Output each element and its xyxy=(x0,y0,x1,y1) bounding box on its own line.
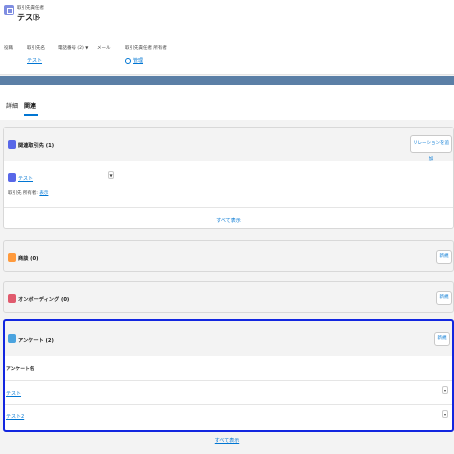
opportunities-title[interactable]: 商談 (0) xyxy=(18,255,39,262)
user-icon xyxy=(125,57,131,64)
related-account-field: 取引先 所有者: 表示 xyxy=(8,190,48,196)
field-label-email: メール xyxy=(97,46,111,51)
card-header xyxy=(4,128,453,161)
tab-details[interactable]: 詳細 xyxy=(6,101,18,110)
hierarchy-icon[interactable] xyxy=(33,14,39,20)
chevron-down-icon[interactable]: ▼ xyxy=(85,45,88,50)
card-footer-divider xyxy=(4,207,453,208)
field-label-account: 取引先名 xyxy=(27,46,45,51)
tab-bar xyxy=(0,85,454,120)
field-label-phone: 電話番号 (2) ▼ xyxy=(58,45,89,51)
new-opportunity-button[interactable]: 新規 xyxy=(436,250,452,264)
onboarding-card: オンボーディング (0) 新規 xyxy=(3,281,454,313)
banner-strip xyxy=(0,76,454,85)
related-account-link[interactable]: テスト xyxy=(18,175,33,182)
field-label-owner: 取引先責任者 所有者 xyxy=(125,46,167,51)
onboarding-icon xyxy=(8,294,16,303)
tab-active-indicator xyxy=(24,114,38,116)
tab-related[interactable]: 関連 xyxy=(24,101,36,110)
account-icon xyxy=(8,173,16,182)
view-all-link[interactable]: すべて表示 xyxy=(4,217,453,224)
related-accounts-card: 関連取引先 (1) リレーションを追加 テスト ▼ 取引先 所有者: 表示 すべ… xyxy=(3,127,454,229)
object-label: 取引先責任者 xyxy=(17,6,44,11)
field-value-link[interactable]: 表示 xyxy=(39,191,48,196)
add-relation-button[interactable]: リレーションを追加 xyxy=(410,135,452,162)
contact-icon xyxy=(4,5,14,15)
new-onboarding-button[interactable]: 新規 xyxy=(436,291,452,305)
owner-link[interactable]: 管理 xyxy=(133,58,143,64)
focus-highlight xyxy=(3,319,454,432)
view-all-surveys-link[interactable]: すべて表示 xyxy=(0,437,454,444)
onboarding-title[interactable]: オンボーディング (0) xyxy=(18,296,69,303)
record-header xyxy=(0,0,454,75)
row-actions-dropdown[interactable]: ▼ xyxy=(108,171,114,179)
opportunity-icon xyxy=(8,253,16,262)
field-label-title: 役職 xyxy=(4,46,13,51)
related-accounts-title[interactable]: 関連取引先 (1) xyxy=(18,142,54,149)
owner-field: 管理 xyxy=(125,57,143,64)
opportunities-card: 商談 (0) 新規 xyxy=(3,240,454,272)
related-accounts-icon xyxy=(8,140,16,149)
field-label: 取引先 所有者: xyxy=(8,191,38,196)
field-value-account[interactable]: テスト xyxy=(27,57,42,64)
